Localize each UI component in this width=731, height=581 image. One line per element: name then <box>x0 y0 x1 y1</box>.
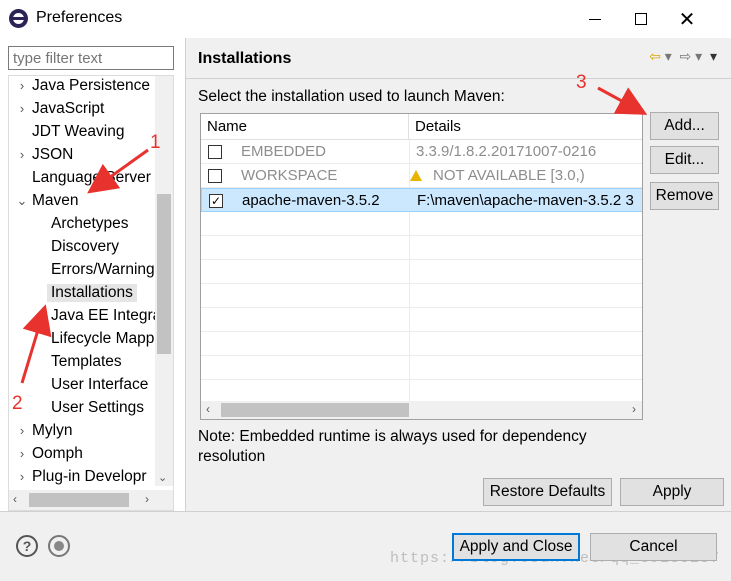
tree-item-label: JavaScript <box>32 100 105 117</box>
window-title: Preferences <box>36 9 123 26</box>
back-menu-icon[interactable]: ▾ <box>665 48 672 64</box>
minimize-icon <box>589 18 601 20</box>
help-icon[interactable]: ? <box>16 535 38 557</box>
cell-details: F:\maven\apache-maven-3.5.2 3 <box>417 192 634 209</box>
tree-item-label: Discovery <box>51 238 120 255</box>
close-button[interactable]: ✕ <box>664 0 710 38</box>
scroll-left-icon[interactable]: ‹ <box>206 402 210 416</box>
tree-item-label: Archetypes <box>51 215 129 232</box>
cell-name: EMBEDDED <box>241 143 327 160</box>
cell-name: WORKSPACE <box>241 167 338 184</box>
row-checkbox[interactable] <box>208 169 222 183</box>
page-nav-controls: ⇦ ▾ ⇨ ▾ ▾ <box>649 48 717 65</box>
tree-item-label: JDT Weaving <box>32 123 125 140</box>
scroll-right-icon[interactable]: › <box>145 492 149 506</box>
tree-item-label: Java EE Integra <box>51 307 162 324</box>
tree-collapsed-icon[interactable]: › <box>15 78 29 93</box>
maximize-button[interactable] <box>618 0 664 38</box>
annotation-number-1: 1 <box>150 132 161 153</box>
forward-menu-icon[interactable]: ▾ <box>695 48 702 64</box>
scroll-down-icon[interactable]: ⌄ <box>158 471 167 484</box>
empty-row <box>201 284 642 308</box>
installations-table: Name Details EMBEDDED 3.3.9/1.8.2.2017100… <box>200 113 643 420</box>
preferences-nav-pane: ›Java Persistence›JavaScriptJDT Weaving›… <box>0 38 184 511</box>
scroll-left-icon[interactable]: ‹ <box>13 492 17 506</box>
tree-collapsed-icon[interactable]: › <box>15 147 29 162</box>
tree-item-label: Oomph <box>32 445 83 462</box>
tree-item-label: Installations <box>47 284 137 302</box>
row-checkbox[interactable]: ✓ <box>209 194 223 208</box>
tree-collapsed-icon[interactable]: › <box>15 423 29 438</box>
tree-item-label: Language Server <box>32 169 151 186</box>
scrollbar-thumb[interactable] <box>157 194 171 354</box>
tree-item-label: Maven <box>32 192 79 209</box>
title-bar: Preferences ✕ <box>0 0 731 38</box>
empty-row <box>201 260 642 284</box>
scrollbar-thumb[interactable] <box>221 403 409 417</box>
edit-button[interactable]: Edit... <box>650 146 719 174</box>
warning-icon <box>410 170 422 181</box>
tree-item-label: Lifecycle Mapp <box>51 330 155 347</box>
table-horizontal-scrollbar[interactable]: ‹ › <box>201 401 642 419</box>
scrollbar-thumb[interactable] <box>29 493 129 507</box>
tree-item-label: Templates <box>51 353 122 370</box>
column-header-name[interactable]: Name <box>201 114 409 140</box>
table-row[interactable]: WORKSPACE NOT AVAILABLE [3.0,) <box>201 164 642 188</box>
tree-item-label: JSON <box>32 146 74 163</box>
empty-row <box>201 332 642 356</box>
cell-name: apache-maven-3.5.2 <box>242 192 380 209</box>
view-menu-icon[interactable]: ▾ <box>710 48 717 64</box>
record-icon[interactable] <box>48 535 70 557</box>
filter-input[interactable] <box>8 46 174 70</box>
tree-expanded-icon[interactable]: ⌄ <box>15 193 29 209</box>
table-row[interactable]: ✓ apache-maven-3.5.2 F:\maven\apache-maven… <box>201 188 642 212</box>
cancel-button[interactable]: Cancel <box>590 533 717 561</box>
instruction-text: Select the installation used to launch M… <box>198 88 505 105</box>
maximize-icon <box>635 13 647 25</box>
table-row[interactable]: EMBEDDED 3.3.9/1.8.2.20171007-0216 <box>201 140 642 164</box>
tree-horizontal-scrollbar[interactable]: ‹ › <box>9 490 173 510</box>
tree-collapsed-icon[interactable]: › <box>15 446 29 461</box>
back-arrow-icon[interactable]: ⇦ <box>649 48 661 64</box>
tree-item-label: Plug-in Developr <box>32 468 147 485</box>
minimize-button[interactable] <box>572 0 618 38</box>
row-checkbox[interactable] <box>208 145 222 159</box>
tree-item-label: Java Persistence <box>32 77 151 94</box>
cell-details: 3.3.9/1.8.2.20171007-0216 <box>416 143 597 160</box>
tree-item-label: Errors/Warning <box>51 261 155 278</box>
tree-collapsed-icon[interactable]: › <box>15 469 29 484</box>
scroll-right-icon[interactable]: › <box>632 402 636 416</box>
empty-row <box>201 212 642 236</box>
annotation-number-3: 3 <box>576 72 587 93</box>
header-divider <box>186 78 731 79</box>
forward-arrow-icon[interactable]: ⇨ <box>680 48 692 64</box>
annotation-number-2: 2 <box>12 393 23 414</box>
add-button[interactable]: Add... <box>650 112 719 140</box>
cell-details: NOT AVAILABLE [3.0,) <box>433 167 585 184</box>
tree-collapsed-icon[interactable]: › <box>15 101 29 116</box>
empty-row <box>201 236 642 260</box>
page-title: Installations <box>198 50 292 67</box>
remove-button[interactable]: Remove <box>650 182 719 210</box>
tree-item-label: User Interface <box>51 376 149 393</box>
note-text: Note: Embedded runtime is always used fo… <box>198 428 587 465</box>
preference-page: Installations ⇦ ▾ ⇨ ▾ ▾ Select the insta… <box>185 38 731 511</box>
restore-defaults-button[interactable]: Restore Defaults <box>483 478 612 506</box>
apply-and-close-button[interactable]: Apply and Close <box>452 533 580 561</box>
empty-row <box>201 308 642 332</box>
tree-item-label: Mylyn <box>32 422 73 439</box>
column-header-details[interactable]: Details <box>409 114 642 140</box>
close-icon: ✕ <box>678 8 696 31</box>
eclipse-icon <box>9 9 28 28</box>
dialog-footer: ? https://blog.csdn.net/qq_39135287 Appl… <box>0 512 731 581</box>
empty-row <box>201 356 642 380</box>
tree-item-label: User Settings <box>51 399 145 416</box>
apply-button[interactable]: Apply <box>620 478 724 506</box>
